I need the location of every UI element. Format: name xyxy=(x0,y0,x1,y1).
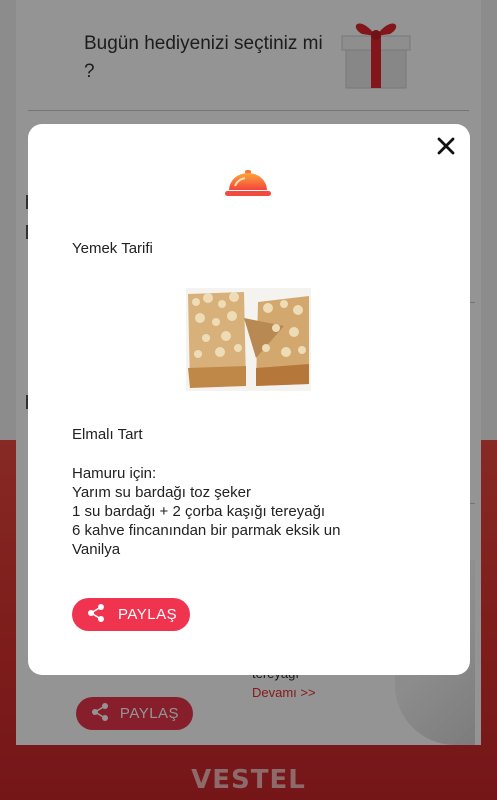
serving-dish-icon xyxy=(225,169,271,199)
share-label: PAYLAŞ xyxy=(118,606,178,623)
close-icon[interactable] xyxy=(434,134,458,158)
share-button[interactable]: PAYLAŞ xyxy=(72,598,190,631)
ingredient-line: Vanilya xyxy=(72,541,121,558)
recipe-modal: Yemek Tarifi Elmalı Tart Hamuru için: Ya… xyxy=(28,124,470,675)
ingredient-line: Yarım su bardağı toz şeker xyxy=(72,484,251,501)
modal-heading: Yemek Tarifi xyxy=(72,240,153,257)
recipe-image xyxy=(186,288,311,391)
ingredient-line: Hamuru için: xyxy=(72,465,157,482)
recipe-title: Elmalı Tart xyxy=(72,426,143,443)
ingredient-line: 1 su bardağı + 2 çorba kaşığı tereyağı xyxy=(72,503,326,520)
share-icon xyxy=(86,603,106,627)
recipe-ingredients: Hamuru için: Yarım su bardağı toz şeker … xyxy=(72,464,432,559)
ingredient-line: 6 kahve fincanından bir parmak eksik un xyxy=(72,522,341,539)
